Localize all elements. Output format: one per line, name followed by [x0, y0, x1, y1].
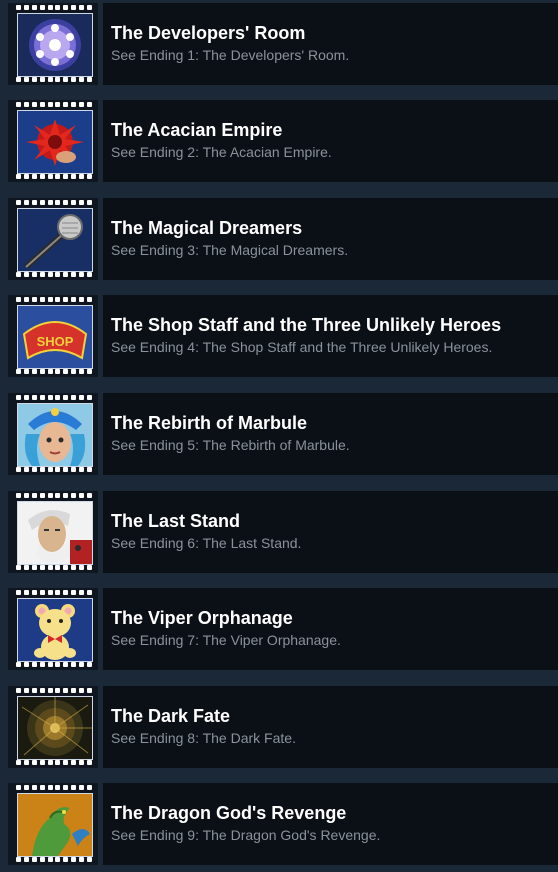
film-strip-bottom: [16, 77, 92, 83]
achievement-thumbnail: SHOP: [8, 295, 98, 377]
teddy-bear-icon: [17, 598, 93, 662]
achievement-title: The Developers' Room: [111, 23, 306, 43]
achievement-row[interactable]: The Developers' Room See Ending 1: The D…: [8, 3, 558, 85]
achievement-thumbnail: [8, 588, 98, 670]
achievement-info: The Developers' Room See Ending 1: The D…: [103, 3, 558, 85]
film-strip-bottom: [16, 369, 92, 375]
achievement-thumbnail: [8, 198, 98, 280]
achievement-title: The Viper Orphanage: [111, 608, 293, 628]
achievement-row[interactable]: The Dark Fate See Ending 8: The Dark Fat…: [8, 686, 558, 768]
achievement-title: The Acacian Empire: [111, 120, 283, 140]
achievement-description: See Ending 2: The Acacian Empire.: [111, 144, 332, 160]
achievement-description: See Ending 8: The Dark Fate.: [111, 730, 296, 746]
achievement-description: See Ending 9: The Dragon God's Revenge.: [111, 827, 381, 843]
film-strip-top: [16, 200, 92, 206]
microphone-icon: [17, 208, 93, 272]
jester-portrait-icon: [17, 403, 93, 467]
achievement-info: The Acacian Empire See Ending 2: The Aca…: [103, 100, 558, 182]
achievement-row[interactable]: The Acacian Empire See Ending 2: The Aca…: [8, 100, 558, 182]
achievement-info: The Dark Fate See Ending 8: The Dark Fat…: [103, 686, 558, 768]
achievement-info: The Last Stand See Ending 6: The Last St…: [103, 491, 558, 573]
achievement-info: The Dragon God's Revenge See Ending 9: T…: [103, 783, 558, 865]
achievement-row[interactable]: The Rebirth of Marbule See Ending 5: The…: [8, 393, 558, 475]
film-strip-top: [16, 688, 92, 694]
achievement-info: The Viper Orphanage See Ending 7: The Vi…: [103, 588, 558, 670]
dark-vortex-icon: [17, 696, 93, 760]
achievement-row[interactable]: The Last Stand See Ending 6: The Last St…: [8, 491, 558, 573]
achievement-title: The Dark Fate: [111, 706, 231, 726]
film-strip-bottom: [16, 760, 92, 766]
old-man-portrait-icon: [17, 501, 93, 565]
achievement-title: The Dragon God's Revenge: [111, 803, 347, 823]
achievement-title: The Magical Dreamers: [111, 218, 303, 238]
film-strip-bottom: [16, 565, 92, 571]
achievement-thumbnail: [8, 491, 98, 573]
film-strip-top: [16, 395, 92, 401]
achievement-thumbnail: [8, 3, 98, 85]
shop-sign-text: SHOP: [37, 334, 74, 349]
achievement-description: See Ending 4: The Shop Staff and the Thr…: [111, 339, 493, 355]
achievement-info: The Rebirth of Marbule See Ending 5: The…: [103, 393, 558, 475]
achievement-title: The Rebirth of Marbule: [111, 413, 308, 433]
film-strip-top: [16, 297, 92, 303]
achievement-row[interactable]: The Dragon God's Revenge See Ending 9: T…: [8, 783, 558, 865]
achievement-title: The Shop Staff and the Three Unlikely He…: [111, 315, 502, 335]
achievement-thumbnail: [8, 100, 98, 182]
achievement-description: See Ending 1: The Developers' Room.: [111, 47, 350, 63]
film-strip-top: [16, 102, 92, 108]
achievement-thumbnail: [8, 393, 98, 475]
achievement-row[interactable]: The Viper Orphanage See Ending 7: The Vi…: [8, 588, 558, 670]
glowing-orb-icon: [17, 13, 93, 77]
achievement-description: See Ending 7: The Viper Orphanage.: [111, 632, 341, 648]
achievement-info: The Magical Dreamers See Ending 3: The M…: [103, 198, 558, 280]
achievement-description: See Ending 6: The Last Stand.: [111, 535, 302, 551]
achievement-thumbnail: [8, 686, 98, 768]
dragon-icon: [17, 793, 93, 857]
film-strip-bottom: [16, 467, 92, 473]
film-strip-top: [16, 5, 92, 11]
achievement-description: See Ending 5: The Rebirth of Marbule.: [111, 437, 350, 453]
film-strip-bottom: [16, 272, 92, 278]
achievement-description: See Ending 3: The Magical Dreamers.: [111, 242, 349, 258]
achievement-row[interactable]: SHOP The Shop Staff and the Three Unlike…: [8, 295, 558, 377]
achievement-title: The Last Stand: [111, 511, 241, 531]
film-strip-bottom: [16, 662, 92, 668]
shop-sign-icon: SHOP: [17, 305, 93, 369]
film-strip-bottom: [16, 174, 92, 180]
achievement-thumbnail: [8, 783, 98, 865]
film-strip-top: [16, 493, 92, 499]
film-strip-top: [16, 590, 92, 596]
achievement-row[interactable]: The Magical Dreamers See Ending 3: The M…: [8, 198, 558, 280]
red-flame-crest-icon: [17, 110, 93, 174]
film-strip-bottom: [16, 857, 92, 863]
achievement-info: The Shop Staff and the Three Unlikely He…: [103, 295, 558, 377]
film-strip-top: [16, 785, 92, 791]
